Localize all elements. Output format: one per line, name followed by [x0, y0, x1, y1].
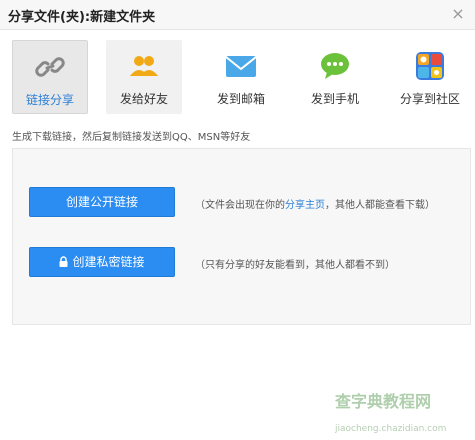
public-link-note: （文件会出现在你的分享主页，其他人都能查看下载）	[195, 200, 435, 211]
tab-share-community[interactable]: 分享到社区	[392, 40, 468, 114]
lock-icon	[59, 256, 68, 267]
create-public-link-button[interactable]: 创建公开链接	[29, 187, 175, 217]
link-options-panel: 创建公开链接 （文件会出现在你的分享主页，其他人都能查看下载） 创建私密链接 （…	[12, 148, 471, 325]
create-private-link-button[interactable]: 创建私密链接	[29, 247, 175, 277]
private-link-note: （只有分享的好友能看到，其他人都看不到）	[195, 260, 395, 271]
button-label: 创建私密链接	[72, 255, 145, 269]
tab-send-friends[interactable]: 发给好友	[106, 40, 182, 114]
tab-link-share[interactable]: 链接分享	[12, 40, 88, 114]
tab-label: 链接分享	[25, 93, 74, 107]
watermark-url: jiaocheng.chazidian.com	[335, 424, 447, 434]
community-icon	[416, 52, 444, 80]
link-icon	[35, 57, 65, 77]
share-homepage-link[interactable]: 分享主页	[285, 200, 325, 211]
mail-icon	[225, 56, 257, 77]
tab-label: 发给好友	[119, 92, 168, 106]
dialog-titlebar: 分享文件(夹):新建文件夹 ×	[0, 0, 475, 30]
tab-label: 发到邮箱	[216, 92, 265, 106]
close-button[interactable]: ×	[449, 5, 467, 23]
tab-send-phone[interactable]: 发到手机	[297, 40, 373, 114]
tab-send-email[interactable]: 发到邮箱	[203, 40, 279, 114]
button-label: 创建公开链接	[65, 195, 138, 209]
tab-label: 分享到社区	[399, 92, 460, 106]
dialog-title: 分享文件(夹):新建文件夹	[8, 10, 156, 25]
watermark-text: 查字典教程网	[335, 392, 432, 411]
friends-icon	[130, 56, 158, 76]
share-description: 生成下载链接，然后复制链接发送到QQ、MSN等好友	[12, 132, 251, 143]
watermark: 查字典教程网 jiaocheng.chazidian.com	[335, 388, 465, 434]
phone-chat-icon	[321, 53, 349, 79]
share-method-tabs: 链接分享 发给好友 发到邮箱 发到手机 分享到社区	[12, 40, 472, 115]
tab-label: 发到手机	[310, 92, 359, 106]
